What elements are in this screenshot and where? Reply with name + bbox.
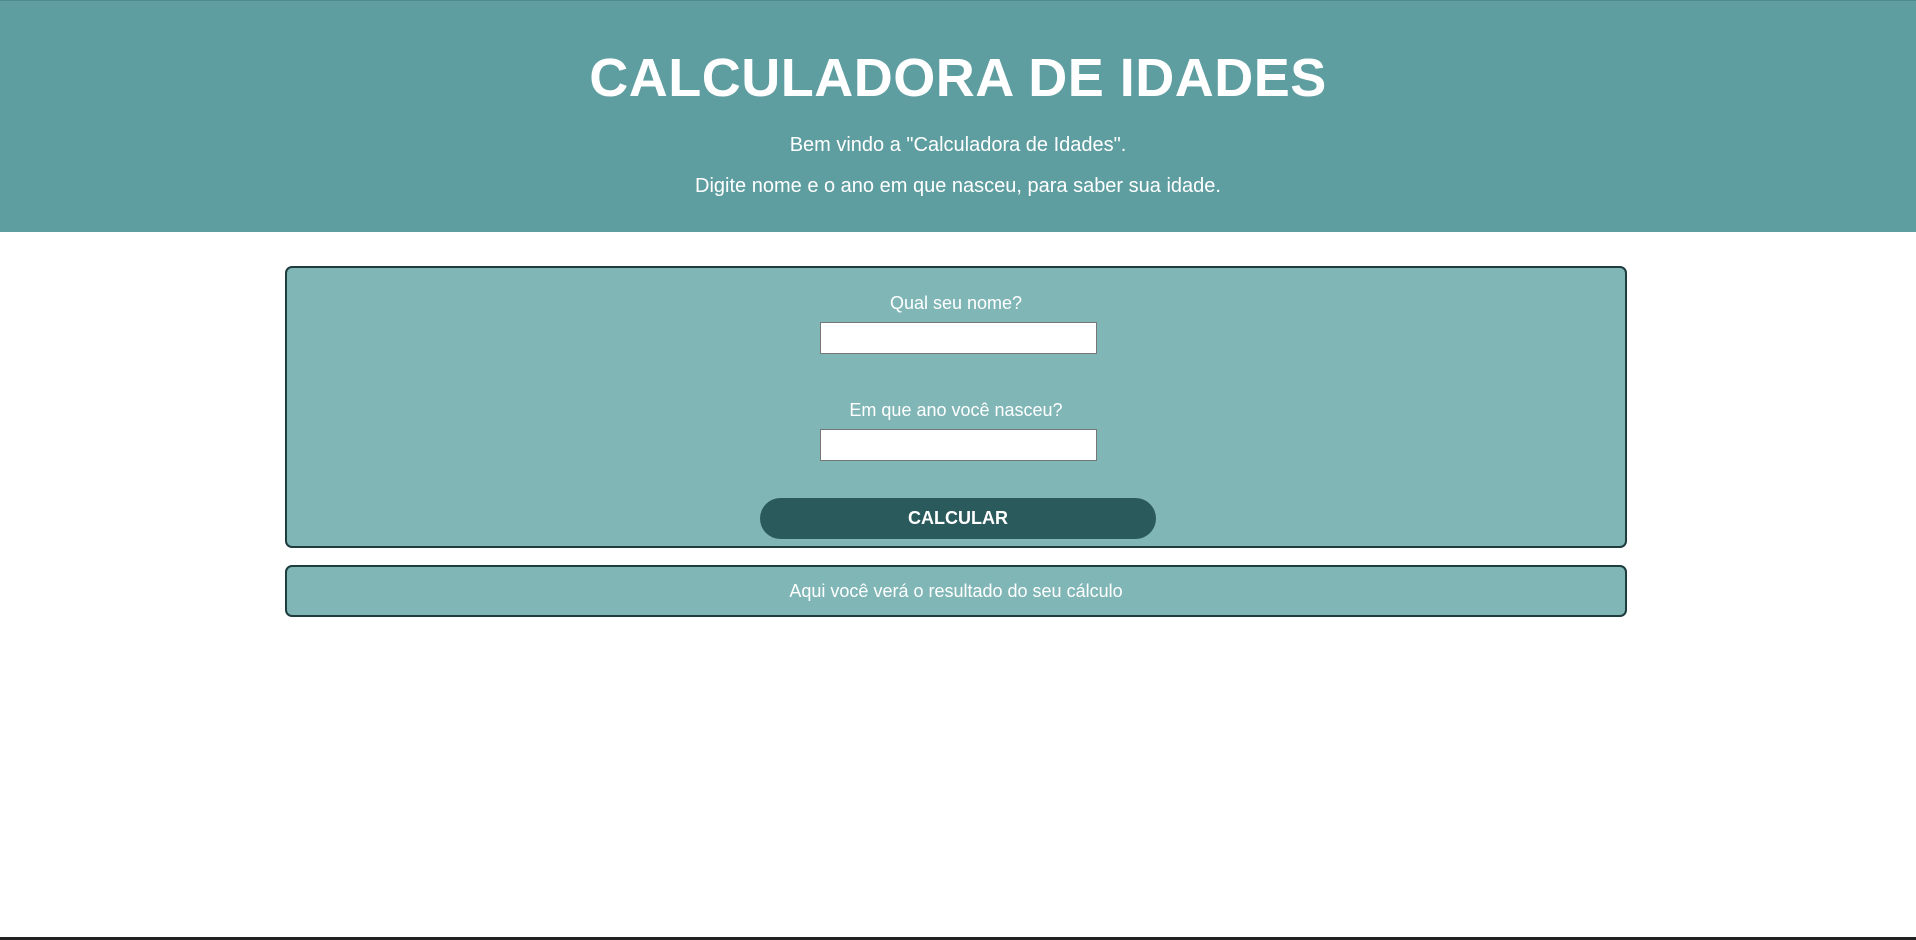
name-label: Qual seu nome? xyxy=(889,293,1023,313)
age-form-panel: Qual seu nome? Em que ano você nasceu? C… xyxy=(285,266,1627,548)
page: CALCULADORA DE IDADES Bem vindo a "Calcu… xyxy=(0,0,1916,940)
page-header: CALCULADORA DE IDADES Bem vindo a "Calcu… xyxy=(0,0,1916,232)
instructions-text: Digite nome e o ano em que nasceu, para … xyxy=(695,175,1221,197)
result-panel: Aqui você verá o resultado do seu cálcul… xyxy=(285,565,1627,617)
welcome-text: Bem vindo a "Calculadora de Idades". xyxy=(789,134,1127,156)
birth-year-input[interactable] xyxy=(820,429,1097,461)
calculate-button[interactable]: CALCULAR xyxy=(760,498,1156,539)
name-input[interactable] xyxy=(820,322,1097,354)
birth-year-label: Em que ano você nasceu? xyxy=(849,400,1063,420)
page-title: CALCULADORA DE IDADES xyxy=(589,48,1327,108)
